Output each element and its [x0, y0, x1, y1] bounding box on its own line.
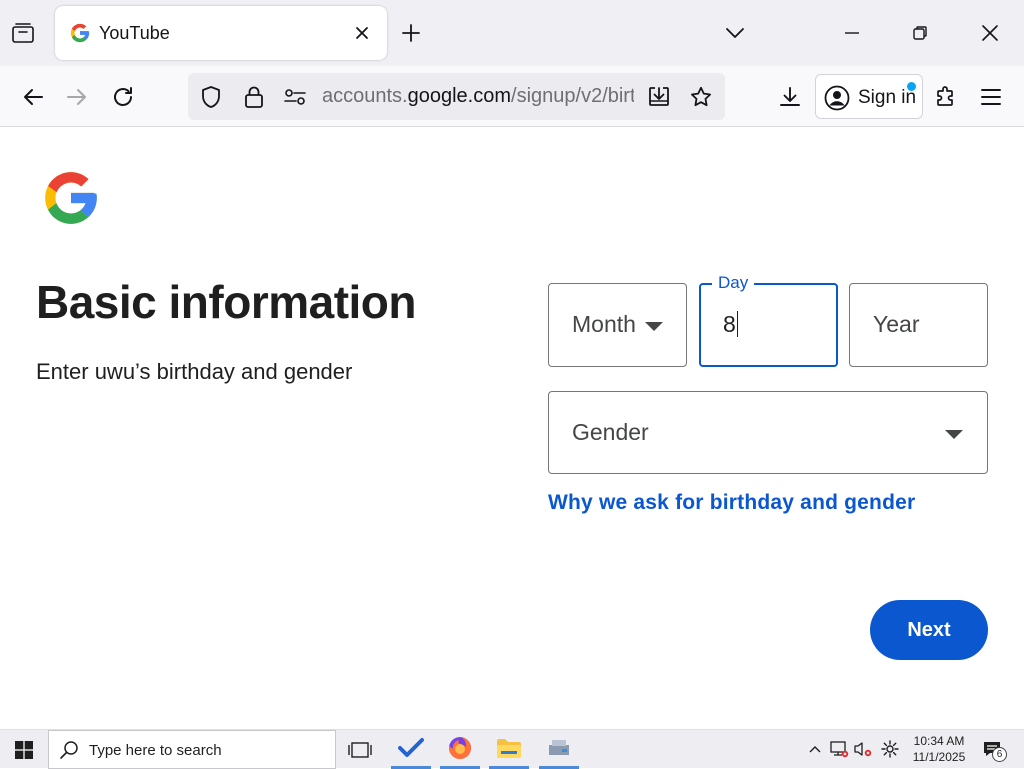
year-input[interactable]: Year [849, 283, 988, 367]
window-close-button[interactable] [974, 18, 1006, 48]
clock-date: 11/1/2025 [912, 750, 966, 764]
settings-tray-button[interactable] [879, 738, 901, 760]
list-all-tabs-button[interactable] [720, 18, 750, 48]
minimize-icon [845, 32, 859, 34]
site-security-button[interactable] [241, 84, 267, 110]
new-tab-button[interactable] [396, 18, 426, 48]
bookmark-button[interactable] [688, 84, 714, 110]
sign-in-label: Sign in [858, 87, 917, 108]
dropdown-arrow-icon [645, 322, 663, 331]
chevron-up-icon [809, 746, 821, 753]
plus-icon [402, 24, 420, 42]
downloads-button[interactable] [773, 80, 807, 114]
site-permissions-button[interactable] [282, 84, 308, 110]
application-menu-button[interactable] [974, 80, 1008, 114]
shield-icon [202, 86, 220, 108]
day-value-text: 8 [723, 311, 736, 337]
search-icon [60, 741, 78, 759]
day-label: Day [712, 273, 755, 293]
taskbar-todo-app[interactable] [391, 730, 431, 769]
windows-logo-icon [15, 740, 33, 759]
chevron-down-icon [726, 28, 744, 38]
extensions-button[interactable] [929, 80, 963, 114]
install-app-button[interactable] [646, 84, 672, 110]
tab-strip: YouTube [0, 0, 1024, 66]
window-minimize-button[interactable] [836, 18, 868, 48]
google-logo-icon [45, 172, 97, 224]
download-icon [780, 87, 800, 106]
gear-icon [881, 740, 899, 758]
account-icon [824, 85, 850, 111]
reload-button[interactable] [106, 80, 140, 114]
page-subtitle: Enter uwu’s birthday and gender [36, 359, 353, 384]
taskbar-firefox-app[interactable] [440, 730, 480, 769]
network-icon [830, 741, 849, 758]
notification-count-badge: 6 [992, 747, 1007, 762]
show-hidden-icons-button[interactable] [804, 738, 826, 760]
signup-page: Basic information Enter uwu’s birthday a… [0, 127, 1024, 729]
close-icon [982, 25, 998, 41]
tab-title: YouTube [99, 23, 170, 43]
forward-button[interactable] [60, 80, 94, 114]
taskbar-search-placeholder: Type here to search [89, 742, 222, 759]
why-we-ask-link[interactable]: Why we ask for birthday and gender [548, 491, 915, 515]
task-view-icon [348, 741, 372, 758]
year-placeholder: Year [873, 311, 920, 337]
puzzle-icon [937, 86, 953, 106]
back-button[interactable] [16, 80, 50, 114]
url-path: /signup/v2/birthdaygender [511, 85, 634, 107]
clock-time: 10:34 AM [913, 734, 965, 748]
install-icon [649, 87, 669, 106]
system-app-icon [549, 740, 569, 755]
sign-in-button[interactable]: Sign in [815, 74, 923, 119]
tab-list-button[interactable] [8, 18, 38, 48]
window-restore-button[interactable] [904, 18, 936, 48]
url-bar[interactable]: accounts.google.com/signup/v2/birthdayge… [188, 73, 725, 120]
permissions-icon [284, 89, 306, 105]
page-title: Basic information [36, 276, 417, 328]
day-value: 8 [723, 311, 738, 338]
url-text[interactable]: accounts.google.com/signup/v2/birthdayge… [322, 85, 634, 108]
forward-arrow-icon [67, 89, 86, 105]
gender-select[interactable]: Gender [548, 391, 988, 474]
checkmark-app-icon [398, 738, 424, 757]
next-button[interactable]: Next [870, 600, 988, 660]
month-placeholder: Month [572, 311, 636, 337]
tab-close-button[interactable] [349, 20, 375, 46]
text-caret [736, 311, 738, 337]
task-view-button[interactable] [340, 730, 380, 769]
navigation-toolbar: accounts.google.com/signup/v2/birthdayge… [0, 66, 1024, 127]
network-status-button[interactable] [828, 738, 850, 760]
dropdown-arrow-icon [945, 430, 963, 439]
firefox-icon [448, 737, 471, 759]
windows-taskbar: Type here to search 10:34 AM 11/1/2025 6 [0, 729, 1024, 769]
star-icon [691, 86, 711, 107]
taskbar-clock[interactable]: 10:34 AM 11/1/2025 [906, 733, 972, 765]
gender-placeholder: Gender [572, 419, 649, 445]
start-button[interactable] [0, 730, 48, 769]
taskbar-system-app[interactable] [539, 730, 579, 769]
taskbar-file-explorer[interactable] [489, 730, 529, 769]
folder-icon [497, 739, 521, 758]
hamburger-menu-icon [981, 89, 1001, 105]
month-select[interactable]: Month [548, 283, 687, 367]
close-icon [356, 27, 368, 39]
back-arrow-icon [24, 89, 43, 105]
taskbar-search-box[interactable]: Type here to search [48, 730, 336, 769]
lock-icon [245, 86, 263, 108]
volume-muted-icon [854, 742, 872, 757]
tracking-protection-button[interactable] [198, 84, 224, 110]
google-favicon-icon [70, 23, 90, 43]
reload-icon [114, 87, 132, 106]
restore-icon [913, 26, 927, 40]
browser-tab[interactable]: YouTube [55, 6, 387, 60]
url-host: google.com [407, 85, 512, 107]
day-input[interactable]: 8 [699, 283, 838, 367]
url-prefix: accounts. [322, 85, 408, 107]
tab-list-icon [12, 23, 34, 43]
volume-button[interactable] [852, 738, 874, 760]
